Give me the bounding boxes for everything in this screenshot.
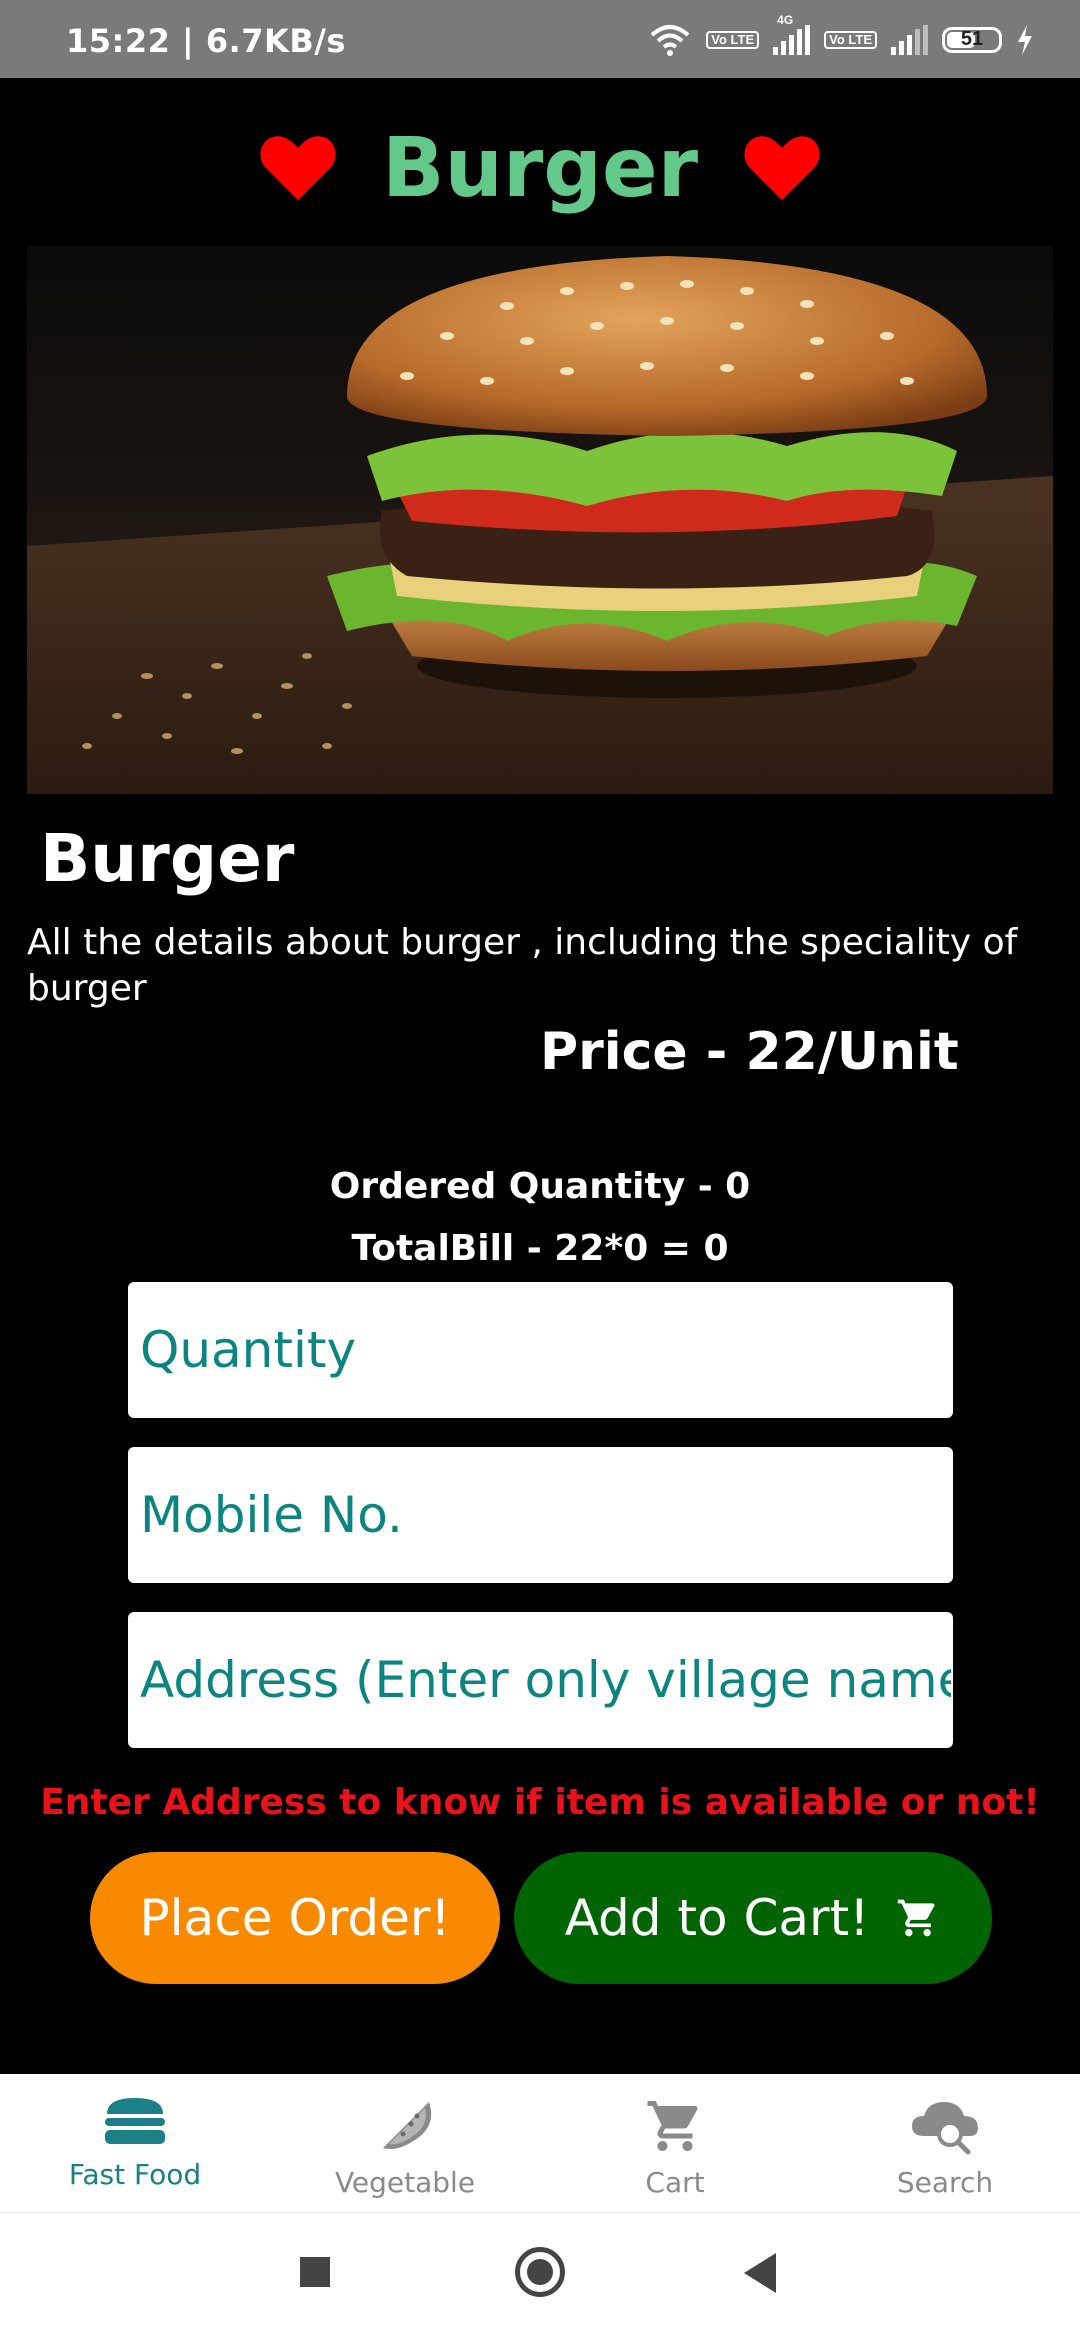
status-icons: Vo LTE 4G Vo LTE 51	[648, 13, 1034, 60]
back-button[interactable]	[744, 2253, 776, 2293]
signal-4g-icon: 4G	[773, 13, 811, 55]
nav-label-cart: Cart	[645, 2166, 705, 2199]
address-warning: Enter Address to know if item is availab…	[40, 1782, 1040, 1823]
wifi-icon	[650, 25, 690, 56]
nav-item-cart[interactable]: Cart	[540, 2074, 810, 2212]
place-order-button[interactable]: Place Order!	[90, 1852, 500, 1984]
home-button[interactable]	[515, 2247, 565, 2297]
nav-item-fast-food[interactable]: Fast Food	[0, 2074, 270, 2212]
ordered-quantity: Ordered Quantity - 0	[329, 1166, 751, 1207]
mobile-number-input[interactable]	[128, 1447, 953, 1583]
heart-icon-right	[744, 136, 820, 201]
nav-item-search[interactable]: Search	[810, 2074, 1080, 2212]
signal-icon	[891, 25, 928, 55]
watermelon-icon	[383, 2102, 432, 2149]
bottom-navigation: Fast Food Vegetable Cart Search	[0, 2074, 1080, 2212]
nav-label-vegetable: Vegetable	[334, 2166, 476, 2199]
page-header: Burger	[0, 118, 1080, 218]
item-name: Burger	[40, 820, 295, 897]
address-input[interactable]	[128, 1612, 953, 1748]
recent-apps-button[interactable]	[300, 2257, 330, 2287]
cart-icon	[898, 1899, 935, 1937]
charging-icon	[1018, 25, 1032, 55]
place-order-label: Place Order!	[139, 1889, 451, 1947]
nav-item-vegetable[interactable]: Vegetable	[270, 2074, 540, 2212]
volte-icon: Vo LTE	[706, 31, 760, 49]
add-to-cart-button[interactable]: Add to Cart!	[514, 1852, 992, 1984]
add-to-cart-label: Add to Cart!	[564, 1889, 870, 1947]
system-navigation-bar	[0, 2212, 1080, 2341]
total-bill: TotalBill - 22*0 = 0	[351, 1228, 729, 1269]
cart-nav-icon	[647, 2101, 698, 2151]
status-time: 15:22 | 6.7KB/s	[66, 22, 346, 60]
network-type-label: 4G	[777, 13, 794, 27]
page-title: Burger	[381, 120, 699, 216]
heart-icon-left	[260, 136, 336, 201]
status-bar: 15:22 | 6.7KB/s Vo LTE 4G Vo LTE 51	[0, 0, 1080, 78]
battery-level: 51	[960, 28, 984, 50]
volte-icon-2: Vo LTE	[824, 31, 877, 49]
quantity-input[interactable]	[128, 1282, 953, 1418]
nav-label-fast-food: Fast Food	[68, 2158, 202, 2191]
nav-label-search: Search	[896, 2166, 994, 2199]
burger-image	[27, 246, 1053, 794]
item-price: Price - 22/Unit	[540, 1022, 959, 1082]
battery-icon: 51	[942, 27, 1002, 53]
cloud-search-icon	[912, 2102, 978, 2155]
burger-icon	[105, 2098, 165, 2144]
item-description: All the details about burger , including…	[27, 922, 1018, 1009]
